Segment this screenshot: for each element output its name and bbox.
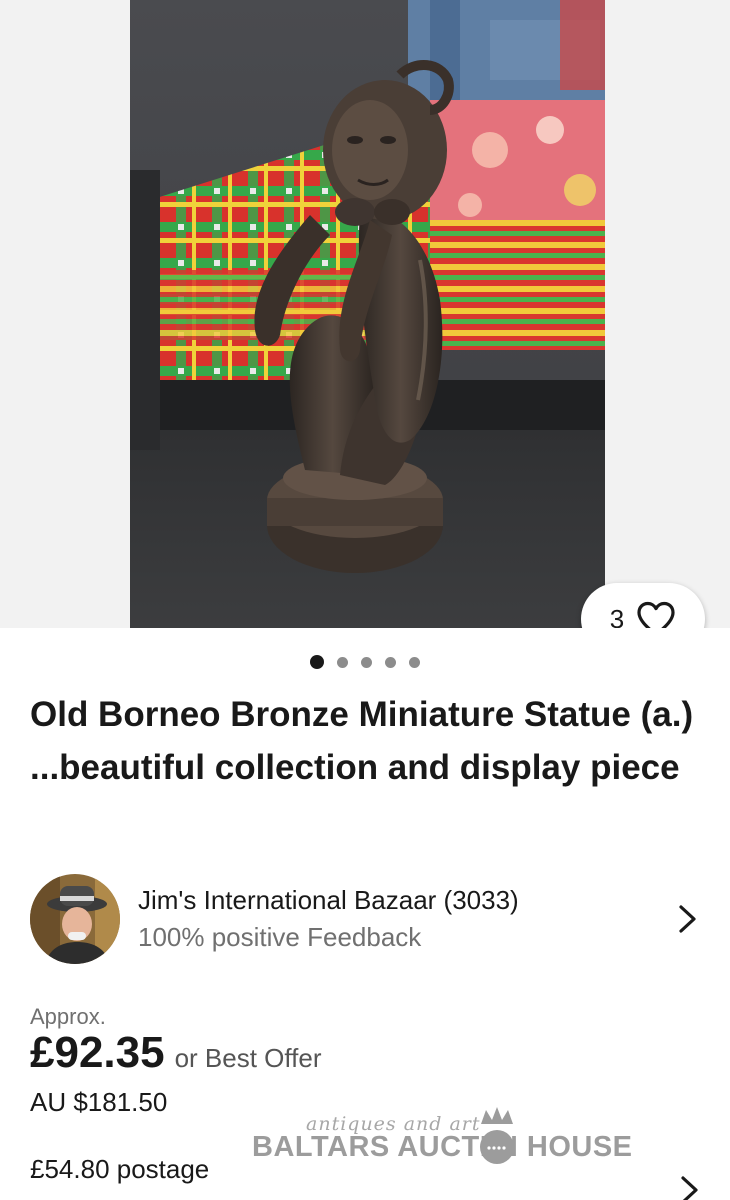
seller-feedback: 100% positive Feedback (138, 922, 422, 952)
statue-photo-illustration (130, 0, 605, 628)
price-amount: £92.35 (30, 1028, 165, 1077)
item-photo[interactable] (130, 0, 605, 628)
seller-info-row[interactable]: Jim's International Bazaar (3033) 100% p… (30, 873, 710, 965)
pagination-dot-2[interactable] (337, 656, 348, 668)
approx-label: Approx. (30, 1004, 106, 1029)
watch-button[interactable]: 3 (581, 583, 705, 628)
pagination-dot-1[interactable] (310, 655, 324, 669)
seller-name: Jim's International Bazaar (3033) (138, 885, 519, 915)
listing-title: Old Borneo Bronze Miniature Statue (a.) … (30, 695, 694, 787)
pagination-dot-5[interactable] (409, 656, 420, 668)
seller-text: Jim's International Bazaar (3033) 100% p… (138, 882, 676, 956)
seller-avatar[interactable] (30, 874, 120, 964)
pagination-dot-4[interactable] (385, 656, 396, 668)
auction-house-watermark: antiques and art BALTARS AUCTI N HOUSE (250, 1100, 650, 1170)
watch-count: 3 (609, 603, 625, 629)
heart-outline-icon (636, 601, 676, 628)
image-pagination (0, 655, 730, 669)
pagination-dot-3[interactable] (361, 656, 372, 668)
price-row: £92.35 or Best Offer (30, 1028, 322, 1078)
watermark-subtitle: antiques and art (306, 1113, 481, 1135)
crown-logo-icon (476, 1104, 518, 1168)
postage-cost: £54.80 postage (30, 1154, 210, 1184)
best-offer-label: or Best Offer (174, 1043, 322, 1073)
converted-price: AU $181.50 (30, 1087, 168, 1117)
chevron-right-icon[interactable] (676, 901, 700, 937)
watermark-name: BALTARS AUCTI N HOUSE (252, 1131, 633, 1163)
chevron-right-icon[interactable] (678, 1172, 702, 1200)
image-gallery[interactable]: 3 (0, 0, 730, 628)
